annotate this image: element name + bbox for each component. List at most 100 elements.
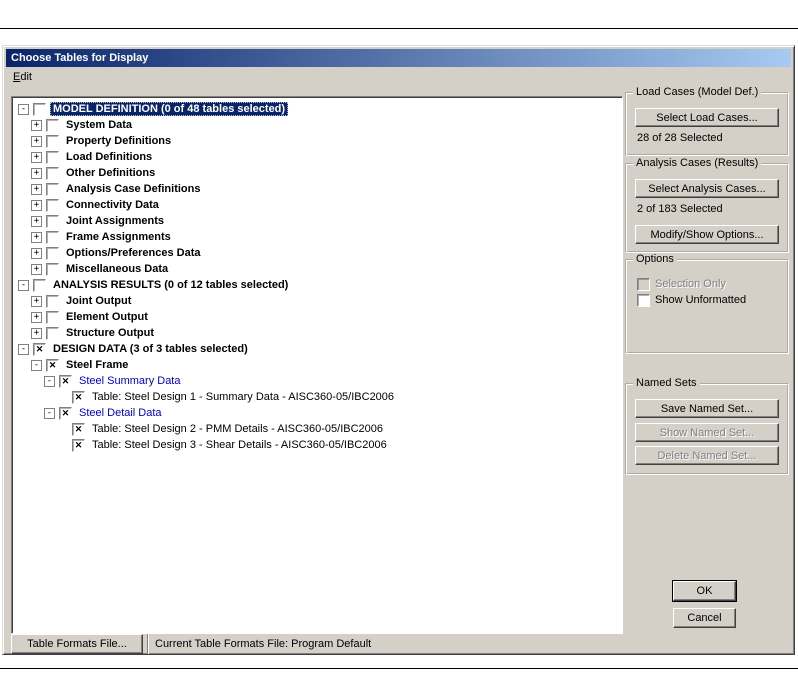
tree-item[interactable]: + Frame Assignments xyxy=(18,229,620,245)
tree-item-label[interactable]: System Data xyxy=(63,118,135,132)
tree-item-label[interactable]: Steel Summary Data xyxy=(76,374,183,388)
tree-item[interactable]: + Structure Output xyxy=(18,325,620,341)
tree-item-label[interactable]: Property Definitions xyxy=(63,134,174,148)
expand-icon[interactable]: + xyxy=(31,135,42,147)
tree-item-label[interactable]: Joint Assignments xyxy=(63,214,167,228)
collapse-icon[interactable]: - xyxy=(18,103,29,115)
expand-icon[interactable]: + xyxy=(31,183,42,195)
tree-item[interactable]: + Joint Output xyxy=(18,293,620,309)
tree-view[interactable]: - MODEL DEFINITION (0 of 48 tables select… xyxy=(11,96,623,634)
tree-item-label[interactable]: Miscellaneous Data xyxy=(63,262,171,276)
expand-icon[interactable]: + xyxy=(31,295,42,307)
tree-checkbox[interactable] xyxy=(46,150,59,164)
tree-item[interactable]: + Load Definitions xyxy=(18,149,620,165)
tree-item[interactable]: + Options/Preferences Data xyxy=(18,245,620,261)
tree-item-label[interactable]: Load Definitions xyxy=(63,150,155,164)
selection-only-checkbox[interactable]: Selection Only xyxy=(637,277,726,291)
tree-checkbox[interactable] xyxy=(46,214,59,228)
tree-item-label[interactable]: Table: Steel Design 2 - PMM Details - AI… xyxy=(89,422,386,436)
expand-icon[interactable]: + xyxy=(31,231,42,243)
tree-item[interactable]: + Other Definitions xyxy=(18,165,620,181)
modify-show-options-button[interactable]: Modify/Show Options... xyxy=(635,225,779,244)
expand-icon[interactable]: + xyxy=(31,311,42,323)
tree-checkbox[interactable] xyxy=(46,166,59,180)
tree-item[interactable]: ✕ Table: Steel Design 1 - Summary Data - … xyxy=(18,389,620,405)
tree-item[interactable]: ✕ Table: Steel Design 3 - Shear Details -… xyxy=(18,437,620,453)
collapse-icon[interactable]: - xyxy=(31,359,42,371)
tree-item[interactable]: - MODEL DEFINITION (0 of 48 tables select… xyxy=(18,101,620,117)
tree-item-label[interactable]: Frame Assignments xyxy=(63,230,174,244)
tree-checkbox[interactable] xyxy=(46,230,59,244)
collapse-icon[interactable]: - xyxy=(18,279,29,291)
tree-item[interactable]: - ✕ DESIGN DATA (3 of 3 tables selected) xyxy=(18,341,620,357)
tree-checkbox[interactable]: ✕ xyxy=(72,438,85,452)
tree-checkbox[interactable]: ✕ xyxy=(59,374,72,388)
tree-item-label[interactable]: Element Output xyxy=(63,310,151,324)
tree-checkbox[interactable] xyxy=(46,118,59,132)
tree-item-label[interactable]: ANALYSIS RESULTS (0 of 12 tables selecte… xyxy=(50,278,291,292)
tree-item-label[interactable]: MODEL DEFINITION (0 of 48 tables selecte… xyxy=(50,102,289,116)
menu-edit[interactable]: Edit xyxy=(6,68,39,85)
expand-icon[interactable]: + xyxy=(31,167,42,179)
tree-item[interactable]: - ✕ Steel Summary Data xyxy=(18,373,620,389)
expand-icon[interactable]: + xyxy=(31,151,42,163)
tree-item[interactable]: + Joint Assignments xyxy=(18,213,620,229)
tree-item-label[interactable]: DESIGN DATA (3 of 3 tables selected) xyxy=(50,342,251,356)
collapse-icon[interactable]: - xyxy=(44,375,55,387)
cancel-button[interactable]: Cancel xyxy=(673,608,736,628)
ok-button[interactable]: OK xyxy=(673,581,736,601)
expand-icon[interactable]: + xyxy=(31,263,42,275)
tree-item-label[interactable]: Options/Preferences Data xyxy=(63,246,204,260)
tree-item-label[interactable]: Structure Output xyxy=(63,326,157,340)
tree-item[interactable]: - ANALYSIS RESULTS (0 of 12 tables select… xyxy=(18,277,620,293)
tree-item[interactable]: + Analysis Case Definitions xyxy=(18,181,620,197)
tree-item[interactable]: - ✕ Steel Frame xyxy=(18,357,620,373)
tree-checkbox[interactable] xyxy=(46,310,59,324)
tree-item[interactable]: + Property Definitions xyxy=(18,133,620,149)
delete-named-set-button[interactable]: Delete Named Set... xyxy=(635,446,779,465)
title-bar[interactable]: Choose Tables for Display xyxy=(6,49,791,67)
tree-checkbox[interactable]: ✕ xyxy=(46,358,59,372)
expand-icon[interactable]: + xyxy=(31,215,42,227)
expand-icon[interactable]: + xyxy=(31,327,42,339)
tree-item-label[interactable]: Joint Output xyxy=(63,294,134,308)
tree-item[interactable]: + System Data xyxy=(18,117,620,133)
save-named-set-button[interactable]: Save Named Set... xyxy=(635,399,779,418)
tree-checkbox[interactable] xyxy=(46,182,59,196)
tree-item-label[interactable]: Table: Steel Design 1 - Summary Data - A… xyxy=(89,390,397,404)
tree-item-label[interactable]: Steel Detail Data xyxy=(76,406,165,420)
tree-checkbox[interactable] xyxy=(46,262,59,276)
tree-checkbox[interactable] xyxy=(46,294,59,308)
tree-item[interactable]: + Miscellaneous Data xyxy=(18,261,620,277)
expand-icon[interactable]: + xyxy=(31,247,42,259)
tree-item-label[interactable]: Connectivity Data xyxy=(63,198,162,212)
tree-item-label[interactable]: Steel Frame xyxy=(63,358,131,372)
tree-checkbox[interactable]: ✕ xyxy=(72,422,85,436)
expand-icon[interactable]: + xyxy=(31,119,42,131)
tree-checkbox[interactable] xyxy=(46,326,59,340)
tree-item[interactable]: + Connectivity Data xyxy=(18,197,620,213)
collapse-icon[interactable]: - xyxy=(44,407,55,419)
tree-checkbox[interactable] xyxy=(46,246,59,260)
tree-checkbox[interactable] xyxy=(33,102,46,116)
tree-checkbox[interactable]: ✕ xyxy=(72,390,85,404)
current-table-formats-label: Current Table Formats File: Program Defa… xyxy=(155,638,372,650)
tree-item[interactable]: ✕ Table: Steel Design 2 - PMM Details - A… xyxy=(18,421,620,437)
tree-checkbox[interactable] xyxy=(46,198,59,212)
tree-item-label[interactable]: Table: Steel Design 3 - Shear Details - … xyxy=(89,438,390,452)
tree-item-label[interactable]: Other Definitions xyxy=(63,166,158,180)
show-named-set-button[interactable]: Show Named Set... xyxy=(635,423,779,442)
tree-checkbox[interactable] xyxy=(33,278,46,292)
expand-icon[interactable]: + xyxy=(31,199,42,211)
tree-item[interactable]: + Element Output xyxy=(18,309,620,325)
table-formats-file-button[interactable]: Table Formats File... xyxy=(11,634,143,654)
tree-checkbox[interactable]: ✕ xyxy=(59,406,72,420)
tree-item[interactable]: - ✕ Steel Detail Data xyxy=(18,405,620,421)
show-unformatted-checkbox[interactable]: Show Unformatted xyxy=(637,293,746,307)
select-analysis-cases-button[interactable]: Select Analysis Cases... xyxy=(635,179,779,198)
select-load-cases-button[interactable]: Select Load Cases... xyxy=(635,108,779,127)
tree-checkbox[interactable] xyxy=(46,134,59,148)
collapse-icon[interactable]: - xyxy=(18,343,29,355)
tree-checkbox[interactable]: ✕ xyxy=(33,342,46,356)
tree-item-label[interactable]: Analysis Case Definitions xyxy=(63,182,204,196)
